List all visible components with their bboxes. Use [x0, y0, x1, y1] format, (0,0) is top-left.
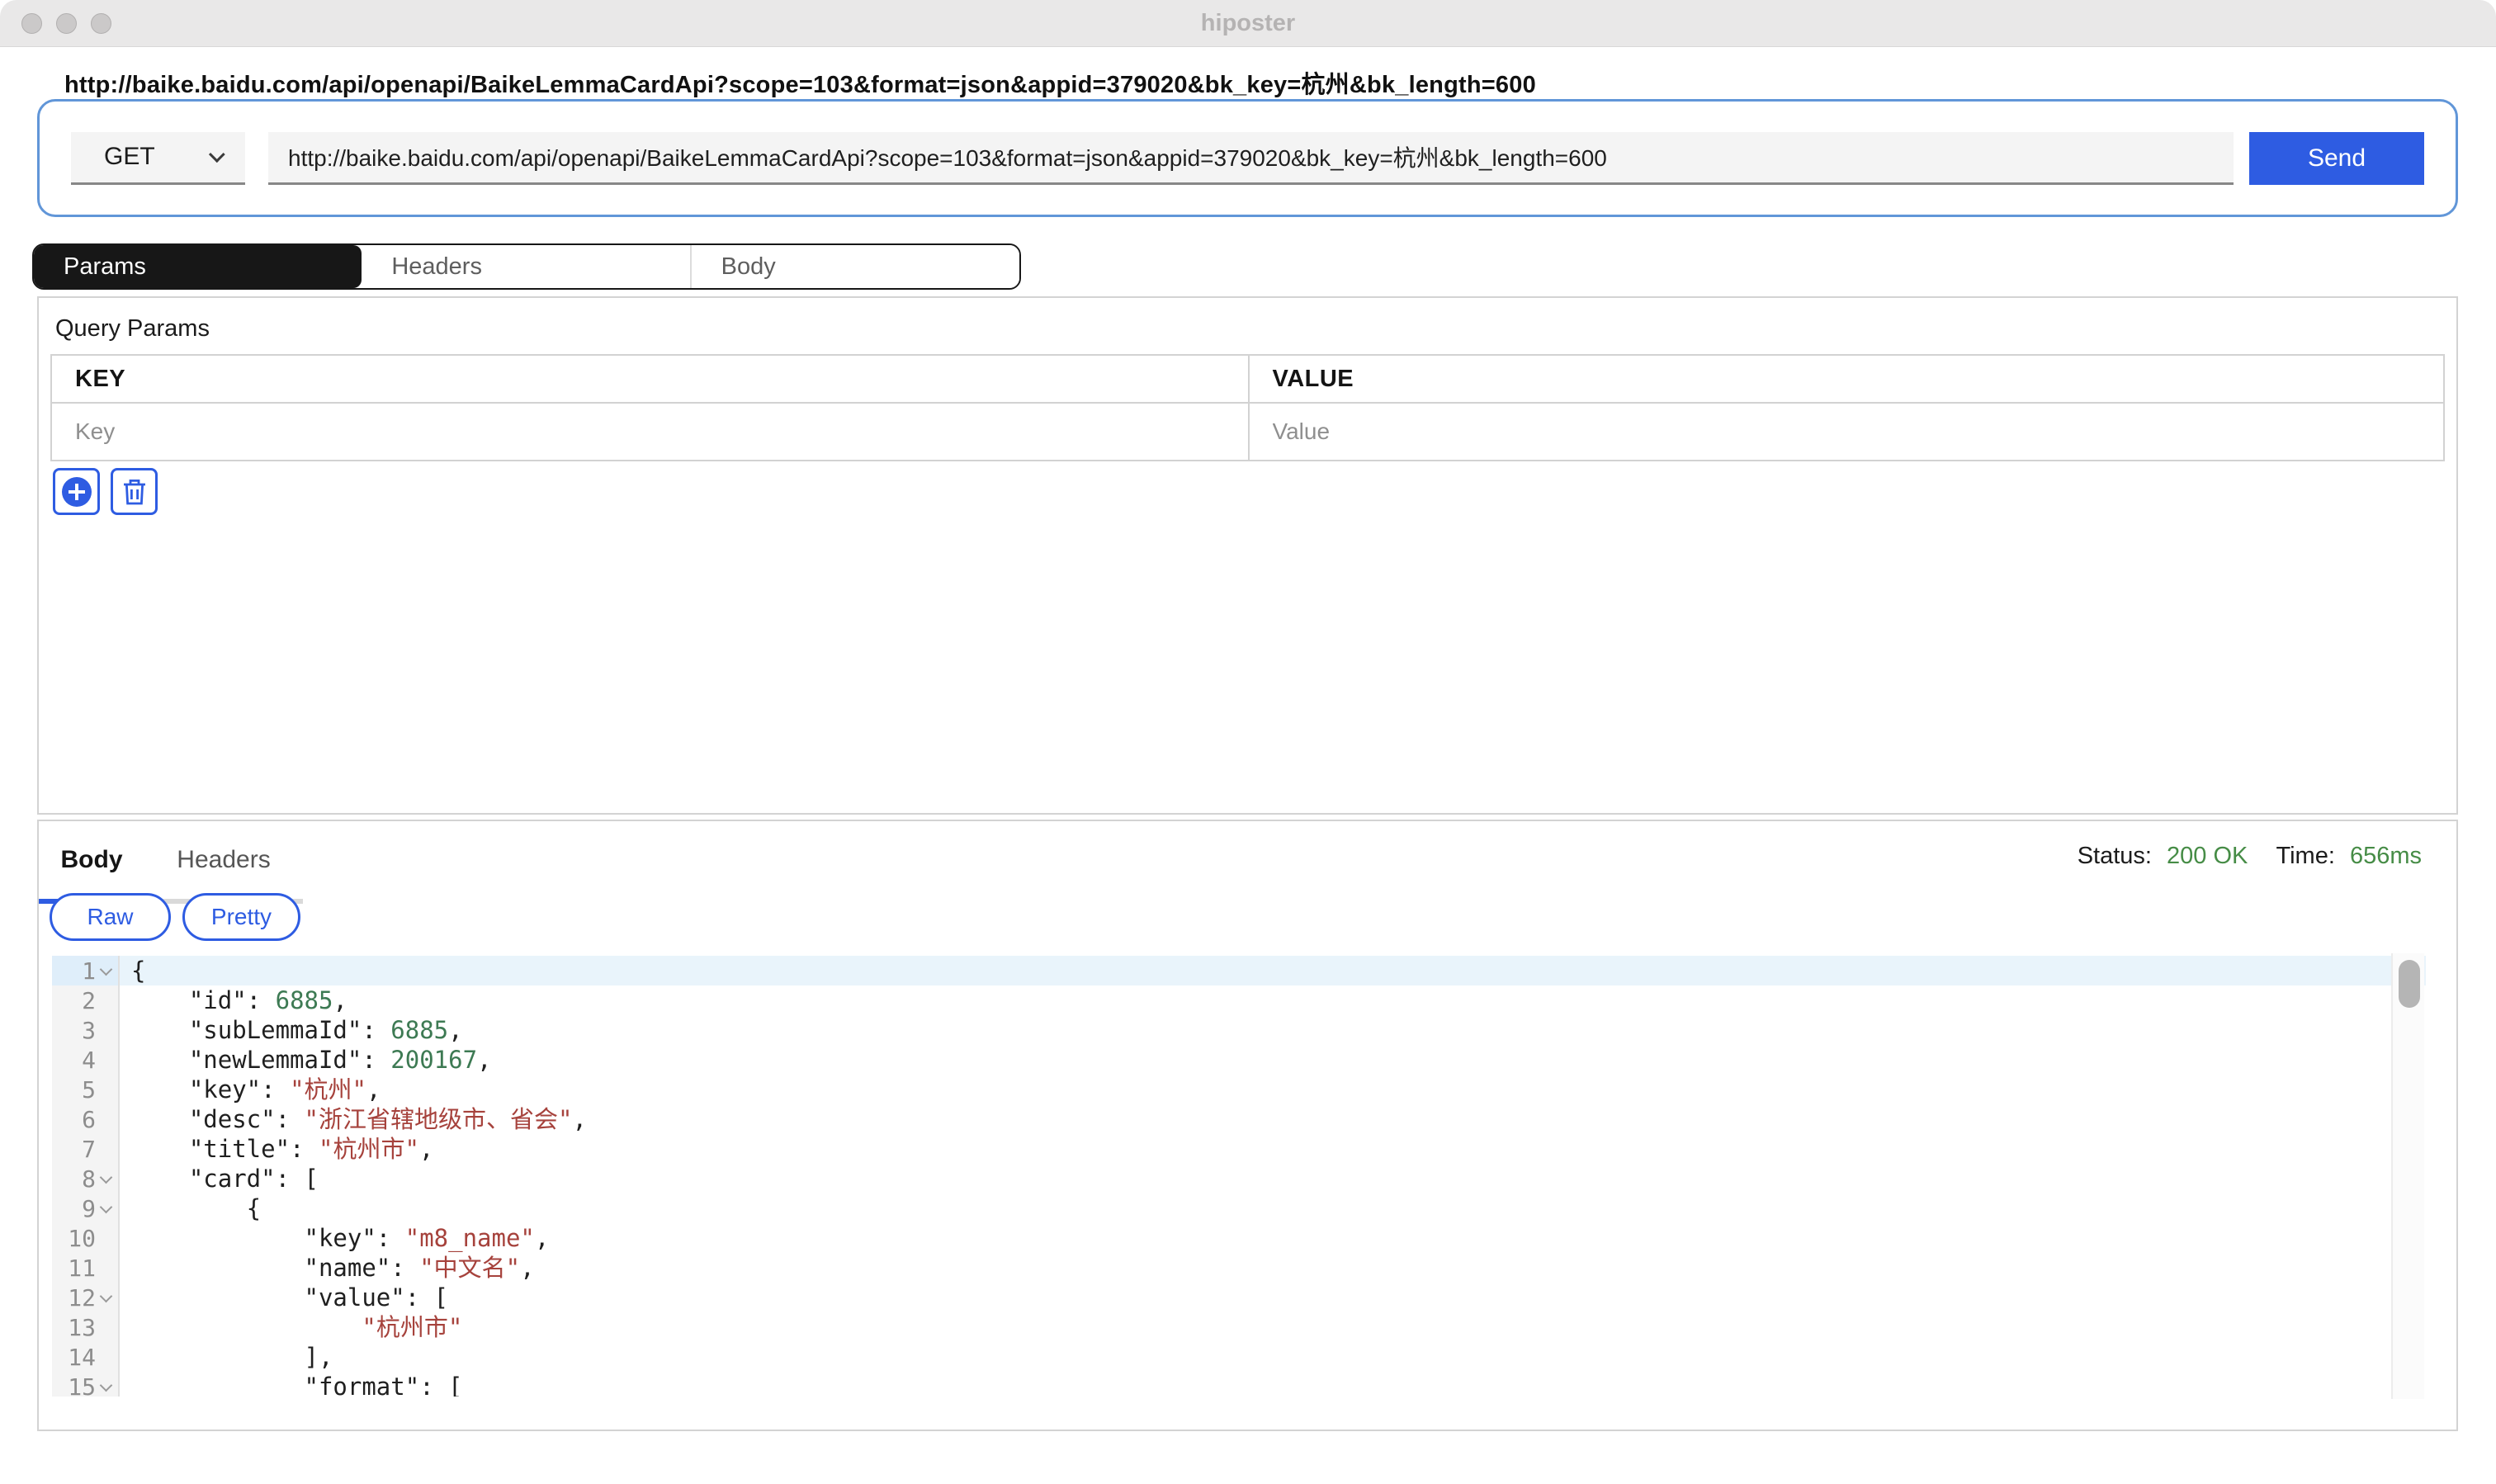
- response-tab-body[interactable]: Body: [39, 821, 144, 904]
- key-column-header: KEY: [75, 366, 125, 393]
- delete-param-button[interactable]: [111, 468, 158, 515]
- status-label: Status:: [2078, 843, 2152, 869]
- code-line: 7 "title": "杭州市",: [52, 1134, 2426, 1164]
- fold-chevron-icon[interactable]: [98, 1289, 115, 1306]
- line-number: 13: [68, 1314, 96, 1341]
- request-url-heading: http://baike.baidu.com/api/openapi/Baike…: [64, 65, 2496, 100]
- fold-chevron-icon[interactable]: [98, 1200, 115, 1217]
- code-line: 11 "name": "中文名",: [52, 1253, 2426, 1283]
- fold-chevron-icon[interactable]: [98, 1170, 115, 1187]
- code-line: 5 "key": "杭州",: [52, 1075, 2426, 1104]
- code-line: 9 {: [52, 1193, 2426, 1223]
- code-line-text: "杭州市": [120, 1312, 462, 1342]
- url-input[interactable]: [268, 132, 2234, 185]
- code-line: 2 "id": 6885,: [52, 985, 2426, 1015]
- plus-circle-icon: [62, 477, 92, 507]
- trash-icon: [121, 477, 148, 507]
- code-lines: 1{2 "id": 6885,3 "subLemmaId": 6885,4 "n…: [52, 956, 2426, 1397]
- fold-chevron-icon[interactable]: [98, 962, 115, 979]
- request-bar: GET Send: [37, 99, 2458, 217]
- value-column-header: VALUE: [1273, 366, 1354, 393]
- code-line: 12 "value": [: [52, 1283, 2426, 1312]
- code-line-text: "desc": "浙江省辖地级市、省会",: [120, 1104, 587, 1134]
- code-line-text: "title": "杭州市",: [120, 1134, 433, 1164]
- window-titlebar: hiposter: [0, 0, 2496, 47]
- pretty-view-button[interactable]: Pretty: [182, 893, 300, 941]
- params-panel: Query Params KEY VALUE: [37, 296, 2458, 815]
- code-line-text: "id": 6885,: [120, 985, 347, 1015]
- line-number: 1: [82, 957, 96, 985]
- code-line-text: "key": "m8_name",: [120, 1223, 549, 1253]
- code-line: 8 "card": [: [52, 1164, 2426, 1193]
- query-params-table: KEY VALUE: [50, 354, 2445, 461]
- code-line: 4 "newLemmaId": 200167,: [52, 1045, 2426, 1075]
- code-line-text: "subLemmaId": 6885,: [120, 1015, 463, 1045]
- code-line-text: {: [120, 1193, 261, 1223]
- time-value: 656ms: [2350, 843, 2422, 869]
- request-tabs: Params Headers Body: [32, 243, 1021, 290]
- line-number: 9: [82, 1195, 96, 1222]
- code-line-text: "key": "杭州",: [120, 1075, 381, 1104]
- line-number: 10: [68, 1225, 96, 1252]
- code-editor[interactable]: 1{2 "id": 6885,3 "subLemmaId": 6885,4 "n…: [52, 956, 2426, 1397]
- code-line-text: "card": [: [120, 1164, 319, 1193]
- code-line: 3 "subLemmaId": 6885,: [52, 1015, 2426, 1045]
- scrollbar[interactable]: [2391, 953, 2424, 1399]
- response-panel: Body Headers Status: 200 OK Time: 656ms …: [37, 820, 2458, 1431]
- code-line-text: "newLemmaId": 200167,: [120, 1045, 492, 1075]
- tab-body[interactable]: Body: [690, 245, 1019, 288]
- code-line-text: "name": "中文名",: [120, 1253, 535, 1283]
- scrollbar-thumb[interactable]: [2399, 960, 2420, 1008]
- line-number: 4: [82, 1047, 96, 1074]
- table-header-row: KEY VALUE: [52, 356, 2443, 404]
- table-row: [52, 404, 2443, 460]
- code-line: 6 "desc": "浙江省辖地级市、省会",: [52, 1104, 2426, 1134]
- code-line: 1{: [52, 956, 2426, 985]
- line-number: 3: [82, 1017, 96, 1044]
- add-param-button[interactable]: [53, 468, 100, 515]
- code-line-text: {: [120, 956, 145, 985]
- line-number: 6: [82, 1106, 96, 1133]
- tab-params[interactable]: Params: [34, 245, 362, 288]
- code-line: 13 "杭州市": [52, 1312, 2426, 1342]
- code-line: 15 "format": [: [52, 1372, 2426, 1397]
- line-number: 8: [82, 1165, 96, 1193]
- line-number: 11: [68, 1255, 96, 1282]
- code-line-text: "value": [: [120, 1283, 448, 1312]
- query-params-title: Query Params: [55, 315, 2456, 343]
- line-number: 15: [68, 1373, 96, 1397]
- method-select-value: GET: [104, 143, 155, 171]
- code-line: 14 ],: [52, 1342, 2426, 1372]
- line-number: 12: [68, 1284, 96, 1311]
- line-number: 14: [68, 1344, 96, 1371]
- param-key-input[interactable]: [75, 413, 1201, 451]
- fold-chevron-icon[interactable]: [98, 1378, 115, 1395]
- window-title: hiposter: [0, 0, 2496, 47]
- tab-headers[interactable]: Headers: [362, 245, 689, 288]
- chevron-down-icon: [209, 146, 225, 163]
- response-tab-headers[interactable]: Headers: [144, 821, 303, 904]
- raw-view-button[interactable]: Raw: [50, 893, 171, 941]
- line-number: 7: [82, 1136, 96, 1163]
- time-label: Time:: [2276, 843, 2334, 869]
- line-number: 5: [82, 1076, 96, 1104]
- response-status-line: Status: 200 OK Time: 656ms: [2078, 843, 2422, 870]
- param-value-input[interactable]: [1273, 413, 2397, 451]
- code-line-text: "format": [: [120, 1372, 463, 1397]
- line-number: 2: [82, 987, 96, 1014]
- status-value: 200 OK: [2167, 843, 2248, 869]
- code-line-text: ],: [120, 1342, 333, 1372]
- method-select[interactable]: GET: [71, 132, 245, 185]
- response-view-buttons: Raw Pretty: [50, 893, 2456, 941]
- code-line: 10 "key": "m8_name",: [52, 1223, 2426, 1253]
- send-button[interactable]: Send: [2249, 132, 2424, 185]
